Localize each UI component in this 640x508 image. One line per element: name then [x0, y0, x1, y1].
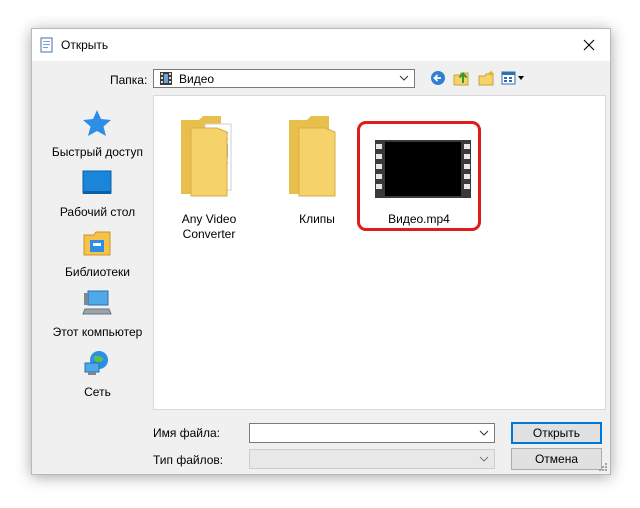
open-button-label: Открыть — [532, 426, 581, 440]
place-label: Рабочий стол — [59, 205, 136, 219]
new-folder-button[interactable] — [477, 69, 497, 87]
close-button[interactable] — [568, 29, 610, 61]
place-label: Сеть — [84, 385, 111, 399]
title-bar: Открыть — [32, 29, 610, 61]
place-desktop[interactable]: Рабочий стол — [44, 169, 151, 221]
folder-dropdown[interactable]: Видео — [153, 69, 415, 88]
file-item-clips[interactable]: Клипы — [267, 104, 367, 244]
folder-value: Видео — [179, 72, 215, 86]
cancel-button-label: Отмена — [534, 452, 579, 466]
up-folder-button[interactable] — [452, 69, 472, 87]
filename-label: Имя файла: — [153, 426, 220, 440]
cancel-button[interactable]: Отмена — [511, 448, 602, 470]
file-label: Any Video Converter — [181, 212, 237, 241]
libraries-icon — [83, 231, 111, 256]
network-icon — [84, 351, 108, 375]
place-label: Быстрый доступ — [51, 145, 144, 159]
filetype-label: Тип файлов: — [153, 453, 224, 467]
place-label: Библиотеки — [64, 265, 130, 279]
file-item-any-video-converter[interactable]: Any Video Converter — [159, 104, 259, 244]
back-button[interactable] — [429, 69, 447, 87]
chevron-down-icon — [399, 75, 409, 81]
view-menu-icon — [501, 71, 524, 85]
filename-input[interactable] — [249, 423, 495, 443]
chevron-down-icon — [479, 456, 489, 462]
star-icon — [83, 110, 111, 136]
folder-icon — [289, 116, 336, 197]
file-list-view[interactable]: Any Video Converter Клипы Видео.mp4 — [153, 95, 606, 410]
up-folder-icon — [453, 71, 469, 86]
video-folder-icon — [160, 72, 172, 85]
desktop-icon — [82, 170, 112, 194]
file-label: Клипы — [299, 212, 335, 226]
back-arrow-icon — [431, 71, 445, 85]
open-file-dialog: Открыть Папка: Видео Быстрый доступ Рабо… — [31, 28, 611, 475]
place-network[interactable]: Сеть — [44, 349, 151, 401]
computer-icon — [82, 290, 112, 315]
chevron-down-icon — [479, 430, 489, 436]
open-dialog-icon — [40, 37, 53, 53]
new-folder-icon — [478, 70, 495, 86]
place-label: Этот компьютер — [52, 325, 143, 339]
folder-label: Папка: — [110, 73, 148, 87]
place-this-pc[interactable]: Этот компьютер — [44, 289, 151, 341]
resize-grip-icon[interactable] — [598, 462, 608, 472]
open-button[interactable]: Открыть — [511, 422, 602, 444]
close-icon — [583, 39, 595, 51]
folder-with-documents-icon — [181, 116, 232, 197]
place-quick-access[interactable]: Быстрый доступ — [44, 109, 151, 161]
view-menu-button[interactable] — [501, 69, 525, 87]
places-bar: Быстрый доступ Рабочий стол Библиотеки Э… — [44, 97, 151, 403]
filetype-dropdown[interactable] — [249, 449, 495, 469]
place-libraries[interactable]: Библиотеки — [44, 229, 151, 281]
highlight-frame — [357, 121, 481, 231]
window-title: Открыть — [61, 38, 109, 52]
